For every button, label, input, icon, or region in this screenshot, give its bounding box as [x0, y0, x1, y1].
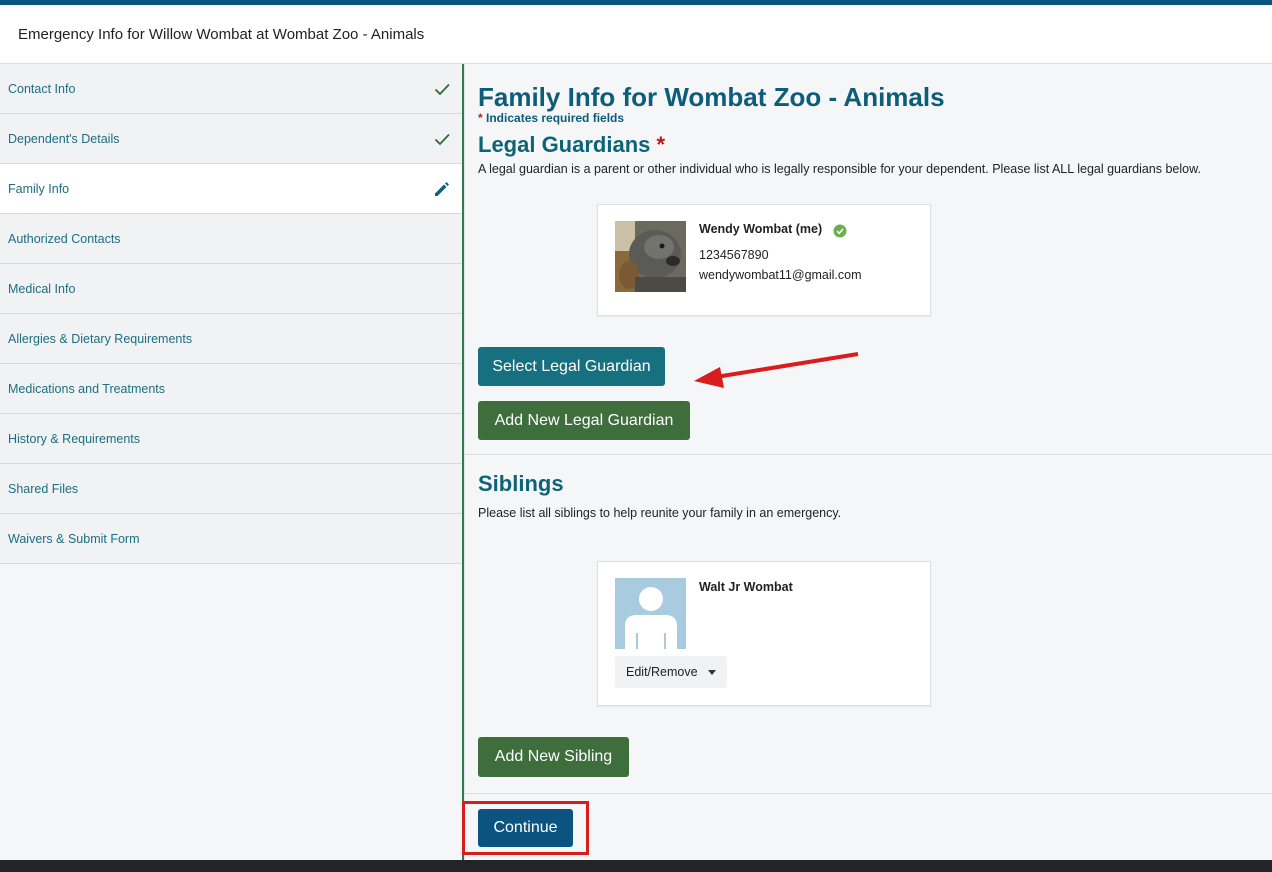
pencil-icon	[432, 179, 452, 199]
required-note-text: Indicates required fields	[486, 111, 625, 125]
sidebar-item-label: Shared Files	[8, 482, 79, 496]
sidebar-item-contact-info[interactable]: Contact Info	[0, 64, 464, 114]
sibling-name: Walt Jr Wombat	[699, 580, 793, 594]
legal-guardians-heading-text: Legal Guardians	[478, 132, 651, 157]
annotation-arrow-icon	[694, 352, 859, 388]
guardian-card: Wendy Wombat (me) 1234567890 wendywombat…	[597, 204, 931, 316]
required-star: *	[656, 132, 666, 157]
sidebar-item-label: Family Info	[8, 182, 70, 196]
sidebar-item-authorized-contacts[interactable]: Authorized Contacts	[0, 214, 464, 264]
add-new-legal-guardian-button[interactable]: Add New Legal Guardian	[478, 401, 690, 440]
sidebar-item-medications[interactable]: Medications and Treatments	[0, 364, 464, 414]
sidebar: Contact Info Dependent's Details Family …	[0, 64, 464, 860]
add-new-sibling-button[interactable]: Add New Sibling	[478, 737, 629, 777]
guardian-name: Wendy Wombat (me)	[699, 222, 823, 236]
sidebar-item-label: Medical Info	[8, 282, 76, 296]
page-header-title: Emergency Info for Willow Wombat at Womb…	[18, 26, 425, 43]
required-fields-note: * Indicates required fields	[478, 111, 624, 125]
guardian-email: wendywombat11@gmail.com	[699, 268, 862, 282]
page-header: Emergency Info for Willow Wombat at Womb…	[0, 5, 1272, 64]
edit-remove-label: Edit/Remove	[626, 665, 698, 679]
sidebar-item-medical-info[interactable]: Medical Info	[0, 264, 464, 314]
sidebar-item-label: Medications and Treatments	[8, 382, 166, 396]
sidebar-item-label: Dependent's Details	[8, 132, 120, 146]
sidebar-item-label: Authorized Contacts	[8, 232, 121, 246]
guardian-photo	[615, 221, 686, 292]
sidebar-item-label: Allergies & Dietary Requirements	[8, 332, 193, 346]
footer-bar	[0, 860, 1272, 872]
sidebar-nav: Contact Info Dependent's Details Family …	[0, 64, 464, 564]
page-title: Family Info for Wombat Zoo - Animals	[478, 82, 945, 112]
verified-badge-icon	[833, 224, 847, 238]
select-legal-guardian-button[interactable]: Select Legal Guardian	[478, 347, 665, 386]
sidebar-item-label: Contact Info	[8, 82, 76, 96]
guardian-phone: 1234567890	[699, 248, 769, 262]
edit-remove-dropdown[interactable]: Edit/Remove	[615, 656, 727, 688]
check-icon	[432, 79, 452, 99]
sidebar-item-shared-files[interactable]: Shared Files	[0, 464, 464, 514]
legal-guardians-heading: Legal Guardians *	[478, 132, 665, 158]
sidebar-item-family-info[interactable]: Family Info	[0, 164, 464, 214]
legal-guardians-description: A legal guardian is a parent or other in…	[478, 162, 1201, 176]
sibling-avatar-placeholder	[615, 578, 686, 649]
sidebar-item-waivers[interactable]: Waivers & Submit Form	[0, 514, 464, 564]
siblings-description: Please list all siblings to help reunite…	[478, 506, 842, 520]
sidebar-item-history[interactable]: History & Requirements	[0, 414, 464, 464]
section-divider	[465, 793, 1272, 794]
sidebar-item-label: History & Requirements	[8, 432, 140, 446]
sidebar-item-dependents-details[interactable]: Dependent's Details	[0, 114, 464, 164]
sidebar-item-label: Waivers & Submit Form	[8, 532, 140, 546]
required-star: *	[478, 111, 483, 125]
sidebar-item-allergies[interactable]: Allergies & Dietary Requirements	[0, 314, 464, 364]
sibling-card: Walt Jr Wombat Edit/Remove	[597, 561, 931, 706]
siblings-heading: Siblings	[478, 471, 564, 496]
check-icon	[432, 129, 452, 149]
annotation-highlight-box	[462, 801, 589, 855]
section-divider	[465, 454, 1272, 455]
caret-down-icon	[708, 670, 716, 675]
main-content: Family Info for Wombat Zoo - Animals * I…	[464, 64, 1272, 860]
